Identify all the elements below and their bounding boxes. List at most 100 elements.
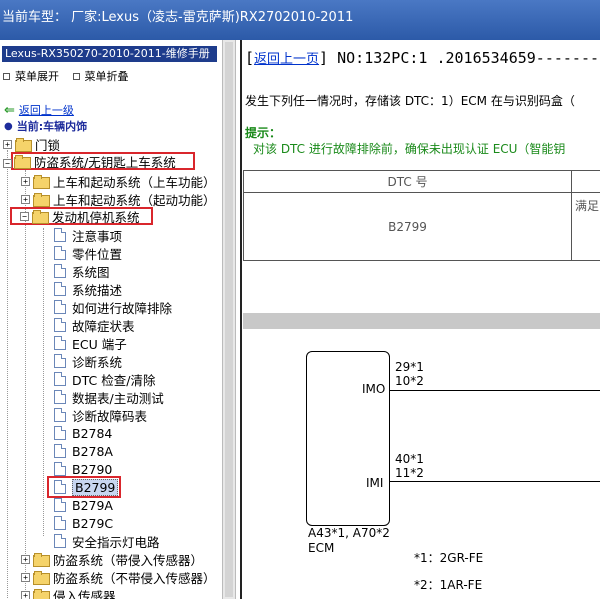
dtc-code-cell: B2799 <box>243 192 572 261</box>
document-icon <box>54 264 66 278</box>
vertical-scrollbar[interactable] <box>222 40 236 599</box>
document-icon <box>54 390 66 404</box>
expand-plus-icon[interactable]: + <box>21 590 30 599</box>
dtc-table: DTC 号 B2799 满足 <box>243 170 600 261</box>
folder-icon <box>33 193 50 207</box>
tree-label: 系统描述 <box>72 282 123 298</box>
expand-plus-icon[interactable]: + <box>21 554 30 564</box>
tree-label: 诊断系统 <box>72 354 123 370</box>
dtc-condition-text: 发生下列任一情况时，存储该 DTC：1）ECM 在与识别码盒（ <box>245 94 575 108</box>
ecm-connector-label: A43*1, A70*2 <box>308 526 390 540</box>
tree-node-entry-start-1[interactable]: + 上车和起动系统（上车功能） <box>21 172 216 190</box>
tree-collapse-anti-theft[interactable]: − <box>3 154 15 172</box>
tree-label: 如何进行故障排除 <box>72 300 173 316</box>
tree-leaf[interactable]: 故障症状表 <box>54 316 135 334</box>
document-icon <box>54 480 66 494</box>
document-icon <box>54 246 66 260</box>
tree-node-immobiliser[interactable]: − 发动机停机系统 <box>10 207 153 225</box>
tree-node-anti-theft[interactable]: 防盗系统/无钥匙上车系统 <box>11 152 195 170</box>
tree-label: DTC 检查/清除 <box>72 372 156 388</box>
document-header: [返回上一页] NO:132PC:1 .2016534659----------… <box>245 48 600 67</box>
collapse-minus-icon[interactable]: − <box>20 211 29 221</box>
tree-node-intrusion-sensor[interactable]: + 侵入传感器 <box>21 586 116 599</box>
content-border <box>240 40 242 599</box>
tree-leaf[interactable]: 系统描述 <box>54 280 122 298</box>
tree-leaf[interactable]: ECU 端子 <box>54 334 127 352</box>
document-icon <box>54 228 66 242</box>
imo-pin-number-1: 29*1 <box>395 360 424 374</box>
tree-label: 故障症状表 <box>72 318 135 334</box>
tree-node-door-lock[interactable]: + 门锁 <box>3 135 60 153</box>
document-icon <box>54 300 66 314</box>
back-page-link[interactable]: 返回上一页 <box>254 52 319 67</box>
document-number: NO:132PC:1 .2016534659----------- <box>337 49 600 67</box>
tree-node-entry-start-2[interactable]: + 上车和起动系统（起动功能） <box>21 190 216 208</box>
tree-label: 上车和起动系统（上车功能） <box>53 174 216 190</box>
tree-leaf[interactable]: 诊断系统 <box>54 352 122 370</box>
section-divider-bar <box>243 313 600 329</box>
tree-label: B2799 <box>72 478 119 496</box>
tree-leaf[interactable]: 诊断故障码表 <box>54 406 147 424</box>
tree-label: 安全指示灯电路 <box>72 534 160 550</box>
scrollbar-thumb[interactable] <box>225 42 233 597</box>
tree-node-anti-theft-no-intrusion[interactable]: + 防盗系统（不带侵入传感器） <box>21 568 216 586</box>
tree-leaf[interactable]: B279C <box>54 514 113 532</box>
dtc-col-header: DTC 号 <box>243 170 572 193</box>
tree-leaf[interactable]: DTC 检查/清除 <box>54 370 155 388</box>
engine-note-2: *2：1AR-FE <box>414 578 483 592</box>
imi-wire <box>390 481 600 482</box>
hint-title: 提示： <box>245 126 282 140</box>
expand-plus-icon[interactable]: + <box>3 139 12 149</box>
document-icon <box>54 426 66 440</box>
tree-label: 诊断故障码表 <box>72 408 148 424</box>
document-icon <box>54 462 66 476</box>
tree-node-anti-theft-intrusion[interactable]: + 防盗系统（带侵入传感器） <box>21 550 203 568</box>
collapse-minus-icon[interactable]: − <box>3 158 12 168</box>
current-location-label: 当前:车辆内饰 <box>16 120 88 133</box>
menu-collapse-label: 菜单折叠 <box>84 70 129 83</box>
document-icon <box>54 318 66 332</box>
tree-leaf[interactable]: B279A <box>54 496 113 514</box>
engine-note-1: *1：2GR-FE <box>414 551 484 565</box>
document-icon <box>54 534 66 548</box>
tree-label: 系统图 <box>72 264 110 280</box>
document-icon <box>54 282 66 296</box>
ecm-label-block: A43*1, A70*2 ECM <box>308 526 390 556</box>
manual-title: Lexus-RX350270-2010-2011-维修手册 <box>2 46 217 62</box>
tree-label: B278A <box>72 443 113 459</box>
tree-leaf[interactable]: 零件位置 <box>54 244 122 262</box>
tree-leaf[interactable]: 安全指示灯电路 <box>54 532 160 550</box>
folder-icon <box>33 553 50 567</box>
expand-plus-icon[interactable]: + <box>21 572 30 582</box>
folder-open-icon <box>14 155 31 169</box>
tree-leaf[interactable]: B2784 <box>54 424 112 442</box>
tree-label: B279A <box>72 497 113 513</box>
menu-toggle-row: 菜单展开 菜单折叠 <box>3 68 139 84</box>
tree-leaf[interactable]: B278A <box>54 442 113 460</box>
document-icon <box>54 354 66 368</box>
hint-body: 对该 DTC 进行故障排除前，确保未出现认证 ECU（智能钥 <box>253 142 566 156</box>
tree-leaf[interactable]: 系统图 <box>54 262 110 280</box>
tree-label: ECU 端子 <box>72 336 127 352</box>
tree-leaf[interactable]: 注意事项 <box>54 226 122 244</box>
back-level-link[interactable]: 返回上一级 <box>19 102 74 118</box>
menu-collapse-button[interactable]: 菜单折叠 <box>72 68 129 84</box>
condition-cell: 满足 <box>571 192 600 261</box>
location-dot-icon: ● <box>4 120 13 132</box>
tree-leaf[interactable]: 如何进行故障排除 <box>54 298 172 316</box>
left-nav-panel: Lexus-RX350270-2010-2011-维修手册 菜单展开 菜单折叠 … <box>0 40 222 599</box>
tree-leaf-selected[interactable]: B2799 <box>47 476 121 498</box>
folder-icon <box>33 175 50 189</box>
back-arrow-icon: ⇐ <box>4 102 15 118</box>
condition-col-header <box>571 170 600 193</box>
document-icon <box>54 498 66 512</box>
window-titlebar: 当前车型： 厂家:Lexus（凌志-雷克萨斯)RX2702010-2011 <box>0 0 600 40</box>
expand-plus-icon[interactable]: + <box>21 176 30 186</box>
expand-plus-icon[interactable]: + <box>21 194 30 204</box>
imi-pin-label: IMI <box>366 476 384 490</box>
tree-label: 注意事项 <box>72 228 123 244</box>
tree-leaf[interactable]: 数据表/主动测试 <box>54 388 164 406</box>
menu-expand-button[interactable]: 菜单展开 <box>3 68 59 84</box>
tree-label: 发动机停机系统 <box>52 209 140 225</box>
imo-pin-label: IMO <box>362 382 386 396</box>
